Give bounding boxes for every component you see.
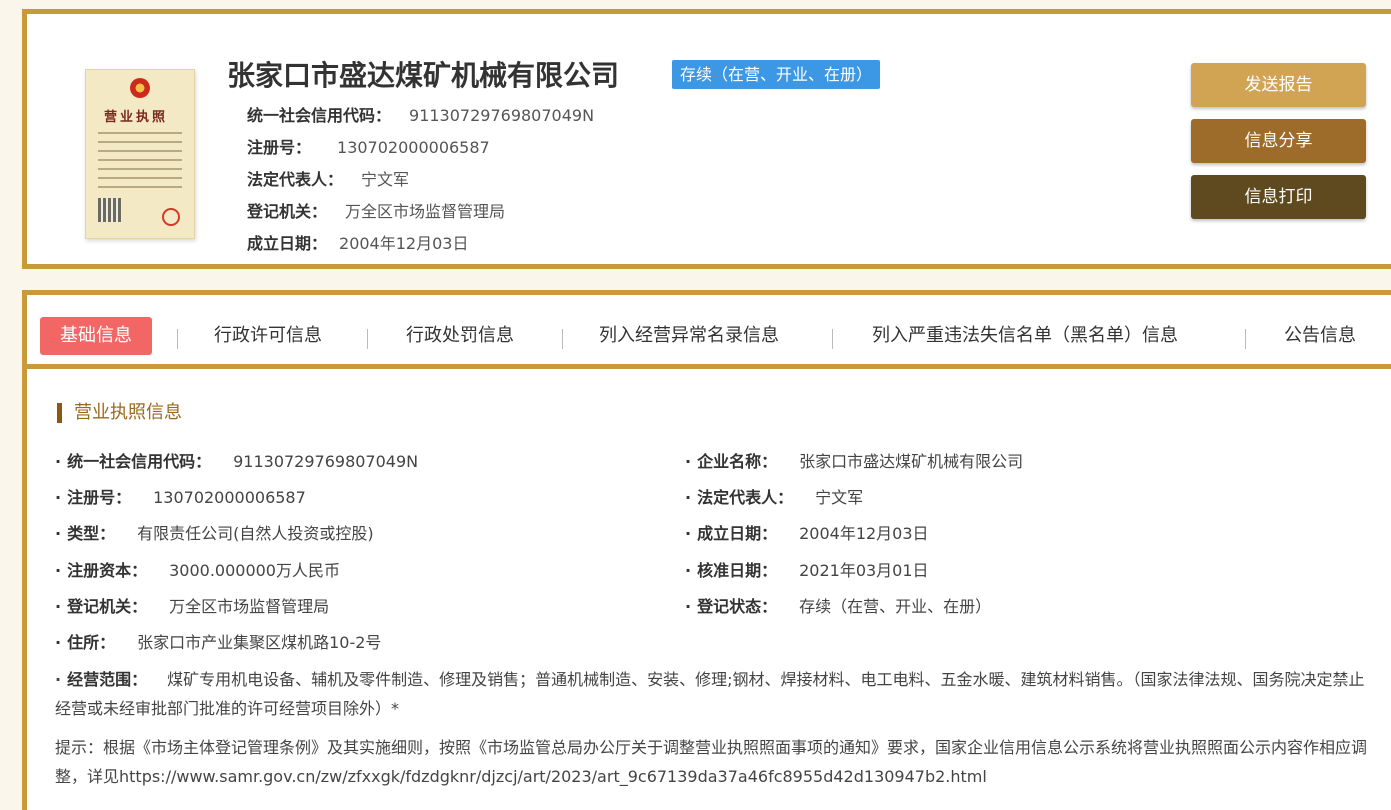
print-info-button[interactable]: 信息打印 [1191,175,1366,219]
field-label: 法定代表人： [247,170,344,189]
info-value: 存续（在营、开业、在册） [799,597,992,616]
tab-abnormal-list[interactable]: 列入经营异常名录信息 [599,317,779,355]
info-label: 核准日期： [697,561,778,580]
tab-admin-license[interactable]: 行政许可信息 [214,317,322,355]
notice-text: 提示：根据《市场主体登记管理条例》及其实施细则，按照《市场监管总局办公厅关于调整… [55,738,1368,786]
field-label: 统一社会信用代码： [247,106,392,125]
field-value: 91130729769807049N [409,106,595,125]
info-label: 注册号： [67,488,132,507]
info-value: 宁文军 [815,488,864,507]
info-reg-status: · 登记状态： 存续（在营、开业、在册） [685,597,992,616]
header-fields: 统一社会信用代码： 91130729769807049N 注册号： 13070200… [247,100,594,260]
info-value: 3000.000000万人民币 [169,561,340,580]
info-value: 130702000006587 [153,488,306,507]
info-label: 成立日期： [697,524,778,543]
info-label: 法定代表人： [697,488,794,507]
info-credit-code: · 统一社会信用代码： 91130729769807049N [55,452,419,471]
tab-divider [832,329,833,349]
header-field-credit-code: 统一社会信用代码： 91130729769807049N [247,100,594,132]
info-type: · 类型： 有限责任公司(自然人投资或控股) [55,524,374,543]
tab-admin-penalty[interactable]: 行政处罚信息 [406,317,514,355]
info-label: 登记机关： [67,597,148,616]
info-label: 统一社会信用代码： [67,452,212,471]
header-field-reg-number: 注册号： 130702000006587 [247,132,594,164]
info-address: · 住所： 张家口市产业集聚区煤机路10-2号 [55,633,382,652]
info-value: 张家口市产业集聚区煤机路10-2号 [137,633,382,652]
header-field-legal-rep: 法定代表人： 宁文军 [247,164,594,196]
info-reg-capital: · 注册资本： 3000.000000万人民币 [55,561,340,580]
national-emblem-icon [130,78,150,98]
tab-basic-info[interactable]: 基础信息 [40,317,152,355]
field-value: 宁文军 [361,170,410,189]
info-value: 张家口市盛达煤矿机械有限公司 [799,452,1024,471]
tab-blacklist[interactable]: 列入严重违法失信名单（黑名单）信息 [872,317,1178,355]
section-title: 营业执照信息 [57,403,182,423]
field-label: 注册号： [247,138,312,157]
info-label: 类型： [67,524,116,543]
tab-divider [367,329,368,349]
info-authority: · 登记机关： 万全区市场监督管理局 [55,597,330,616]
info-label: 住所： [67,633,116,652]
details-card: 基础信息 行政许可信息 行政处罚信息 列入经营异常名录信息 列入严重违法失信名单… [22,290,1391,810]
scope-value: 煤矿专用机电设备、辅机及零件制造、修理及销售；普通机械制造、安装、修理;钢材、焊… [55,670,1365,718]
license-thumb-title: 营业执照 [104,110,169,125]
share-info-button[interactable]: 信息分享 [1191,119,1366,163]
info-value: 有限责任公司(自然人投资或控股) [137,524,374,543]
info-approved-date: · 核准日期： 2021年03月01日 [685,561,929,580]
info-established: · 成立日期： 2004年12月03日 [685,524,929,543]
tab-divider [177,329,178,349]
info-value: 2004年12月03日 [799,524,929,543]
info-value: 2021年03月01日 [799,561,929,580]
company-name: 张家口市盛达煤矿机械有限公司 [227,59,620,92]
official-seal-icon [162,208,180,226]
field-value: 万全区市场监督管理局 [345,202,506,221]
tab-announcements[interactable]: 公告信息 [1284,317,1356,355]
field-value: 2004年12月03日 [339,234,469,253]
info-company-name: · 企业名称： 张家口市盛达煤矿机械有限公司 [685,452,1024,471]
status-badge: 存续（在营、开业、在册） [672,60,881,89]
scope-label: 经营范围： [67,670,148,689]
field-value: 130702000006587 [337,138,490,157]
field-label: 登记机关： [247,202,328,221]
info-label: 企业名称： [697,452,778,471]
business-scope: · 经营范围： 煤矿专用机电设备、辅机及零件制造、修理及销售；普通机械制造、安装、修… [55,670,1365,718]
info-label: 注册资本： [67,561,148,580]
license-text-lines [98,132,182,195]
info-tabs: 基础信息 行政许可信息 行政处罚信息 列入经营异常名录信息 列入严重违法失信名单… [27,295,1391,369]
tab-divider [1245,329,1246,349]
qr-code-icon [98,198,122,222]
business-license-thumbnail[interactable]: 营业执照 [85,69,195,239]
header-field-authority: 登记机关： 万全区市场监督管理局 [247,196,594,228]
field-label: 成立日期： [247,234,328,253]
header-field-established: 成立日期： 2004年12月03日 [247,228,594,260]
info-value: 91130729769807049N [233,452,419,471]
info-label: 登记状态： [697,597,778,616]
info-reg-number: · 注册号： 130702000006587 [55,488,306,507]
tab-divider [562,329,563,349]
company-header-card: 营业执照 张家口市盛达煤矿机械有限公司 存续（在营、开业、在册） 统一社会信用代… [22,9,1391,269]
info-value: 万全区市场监督管理局 [169,597,330,616]
info-legal-rep: · 法定代表人： 宁文军 [685,488,864,507]
send-report-button[interactable]: 发送报告 [1191,63,1366,107]
